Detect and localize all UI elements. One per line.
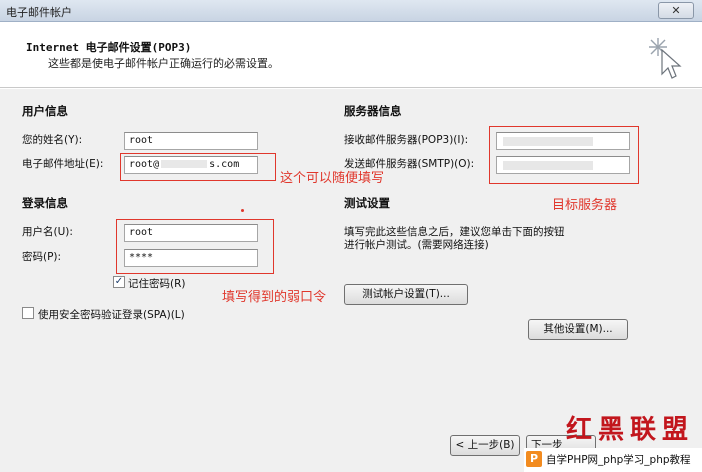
server-info-heading: 服务器信息 [344,104,402,118]
login-info-heading: 登录信息 [22,196,68,210]
remember-password-checkbox[interactable]: ✓ [113,276,125,288]
close-icon: ✕ [671,4,681,17]
window-title: 电子邮件帐户 [6,6,72,19]
spa-checkbox[interactable] [22,307,34,319]
server-highlight-box [489,126,639,184]
test-account-button[interactable]: 测试帐户设置(T)... [344,284,468,305]
check-mark-icon: ✓ [114,276,124,287]
login-highlight-box [116,219,274,274]
incoming-server-label: 接收邮件服务器(POP3)(I): [344,134,469,146]
username-label: 用户名(U): [22,226,73,238]
page-subtitle: 这些都是使电子邮件帐户正确运行的必需设置。 [48,57,279,70]
server-annotation: 目标服务器 [552,198,618,213]
password-label: 密码(P): [22,251,62,263]
email-annotation: 这个可以随便填写 [280,171,385,186]
wizard-header: Internet 电子邮件设置(POP3) 这些都是使电子邮件帐户正确运行的必需… [0,22,702,88]
watermark-brand: 红黑联盟 [566,415,695,445]
more-settings-button[interactable]: 其他设置(M)... [528,319,628,340]
watermark-site-text: 自学PHP网_php学习_php教程 [546,454,691,466]
title-bar: 电子邮件帐户 ✕ [0,0,702,22]
red-dot [241,209,244,212]
email-label: 电子邮件地址(E): [22,158,104,170]
wizard-sparkle-icon [649,38,682,79]
user-info-heading: 用户信息 [22,104,68,118]
back-button[interactable]: < 上一步(B) [450,435,520,456]
php-logo-icon: P [526,451,542,467]
test-settings-heading: 测试设置 [344,196,390,210]
close-button[interactable]: ✕ [658,2,694,19]
spa-label: 使用安全密码验证登录(SPA)(L) [38,309,185,321]
test-description-line2: 进行帐户测试。(需要网络连接) [344,239,489,251]
page-title: Internet 电子邮件设置(POP3) [26,41,192,54]
name-value: root [129,135,154,146]
name-label: 您的姓名(Y): [22,134,83,146]
remember-password-label: 记住密码(R) [128,278,186,290]
name-field[interactable]: root [124,132,258,150]
password-annotation: 填写得到的弱口令 [222,290,327,305]
email-highlight-box [120,153,276,181]
